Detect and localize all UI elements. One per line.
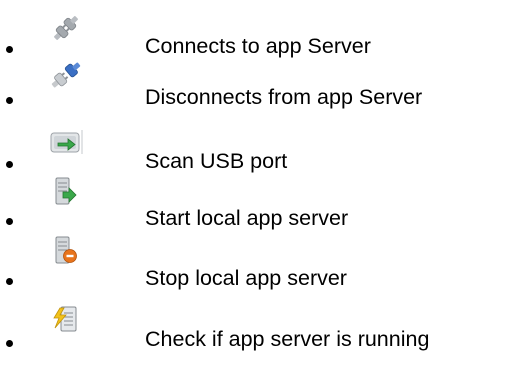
legend-item-connect: Connects to app Server xyxy=(0,0,530,58)
plug-disconnect-icon xyxy=(48,57,84,93)
legend-label: Disconnects from app Server xyxy=(145,85,423,109)
server-stop-icon xyxy=(48,233,84,269)
legend-item-start-server: Start local app server xyxy=(0,172,530,230)
bullet xyxy=(6,278,13,285)
usb-scan-icon xyxy=(48,124,84,160)
bullet xyxy=(6,340,13,347)
legend-item-check-server: Check if app server is running xyxy=(0,288,530,351)
legend-item-scan-usb: Scan USB port xyxy=(0,114,530,173)
legend-label: Scan USB port xyxy=(145,149,288,173)
bullet xyxy=(6,218,13,225)
server-start-icon xyxy=(48,174,84,210)
bullet xyxy=(6,161,13,168)
server-check-icon xyxy=(48,302,84,338)
bullet xyxy=(6,97,13,104)
legend-label: Start local app server xyxy=(145,206,349,230)
legend-item-disconnect: Disconnects from app Server xyxy=(0,52,530,109)
plug-connect-icon xyxy=(48,10,84,46)
legend-item-stop-server: Stop local app server xyxy=(0,231,530,290)
icon-legend-list: Connects to app Server Disconnects from … xyxy=(0,0,530,376)
legend-label: Check if app server is running xyxy=(145,327,430,351)
